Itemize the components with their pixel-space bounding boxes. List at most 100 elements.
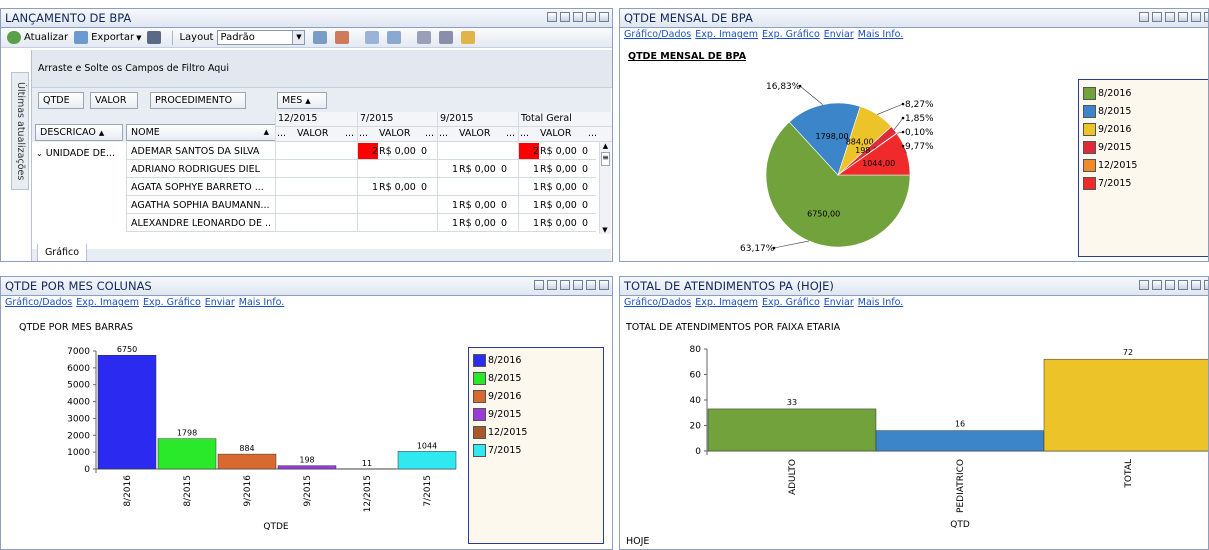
- close-icon[interactable]: [599, 280, 609, 290]
- cell-extra: 0: [501, 218, 508, 229]
- link-exp-grafico[interactable]: Exp. Gráfico: [762, 297, 820, 308]
- filter-drop-text: Arraste e Solte os Campos de Filtro Aqui: [38, 63, 229, 74]
- pie-pct-label: 16,83%: [766, 82, 801, 92]
- pie-leader-line: [876, 103, 904, 115]
- bar-value-label: 16: [955, 420, 965, 429]
- restore-icon[interactable]: [1139, 280, 1149, 290]
- scroll-down-icon[interactable]: ▼: [600, 226, 610, 234]
- maximize-icon[interactable]: [1191, 280, 1201, 290]
- link-exp-imagem[interactable]: Exp. Imagem: [695, 29, 758, 40]
- edit-icon[interactable]: [1165, 280, 1175, 290]
- pin-icon[interactable]: [1152, 280, 1162, 290]
- sub-header-valor: VALOR: [297, 128, 329, 139]
- scroll-thumb[interactable]: ≡: [601, 152, 610, 166]
- minimize-icon[interactable]: [573, 280, 583, 290]
- restore-icon[interactable]: [547, 12, 557, 22]
- pin-icon[interactable]: [560, 12, 570, 22]
- link-enviar[interactable]: Enviar: [824, 29, 854, 40]
- link-exp-imagem[interactable]: Exp. Imagem: [695, 297, 758, 308]
- delete-layout-icon[interactable]: [335, 31, 350, 44]
- field-procedimento[interactable]: PROCEDIMENTO: [150, 92, 246, 109]
- table-row[interactable]: ADRIANO RODRIGUES DIEL 1 R$ 0,00 0 1 R$ 0,00 0: [32, 160, 598, 178]
- chevron-down-icon: ▼: [292, 31, 305, 44]
- restore-icon[interactable]: [1139, 12, 1149, 22]
- side-tab-latest-updates[interactable]: Últimas atualizações: [11, 72, 29, 190]
- export-label: Exportar: [91, 32, 135, 43]
- field-descricao[interactable]: DESCRICAO ▲: [35, 124, 123, 141]
- y-tick-label: 0: [84, 465, 90, 475]
- minimize-icon[interactable]: [573, 12, 583, 22]
- layout-select[interactable]: Padrão ▼: [217, 30, 306, 45]
- pin-icon[interactable]: [1152, 12, 1162, 22]
- table-row[interactable]: ALEXANDRE LEONARDO DE ... 1 R$ 0,00 0 1 R$ 0,…: [32, 214, 598, 232]
- minimize-icon[interactable]: [1178, 280, 1188, 290]
- refresh-button[interactable]: Atualizar: [7, 31, 68, 44]
- link-exp-grafico[interactable]: Exp. Gráfico: [762, 29, 820, 40]
- grid-scrollbar[interactable]: ▲ ≡ ▼: [599, 142, 611, 234]
- link-exp-imagem[interactable]: Exp. Imagem: [76, 297, 139, 308]
- legend-swatch: [1083, 140, 1096, 154]
- minimize-icon[interactable]: [1178, 12, 1188, 22]
- layout-tools: [313, 31, 478, 44]
- filter-drop-zone[interactable]: Arraste e Solte os Campos de Filtro Aqui: [32, 50, 612, 88]
- maximize-icon[interactable]: [586, 12, 596, 22]
- maximize-icon[interactable]: [586, 280, 596, 290]
- x-tick-label: 9/2015: [303, 475, 313, 507]
- col-group-header: Total Geral: [521, 113, 572, 124]
- edit-icon[interactable]: [560, 280, 570, 290]
- pivot-grid: ⌄ UNIDADE DE... ADEMAR SANTOS DA SILVA 2 R…: [32, 142, 612, 249]
- scroll-up-icon[interactable]: ▲: [600, 142, 611, 150]
- x-tick-label: 8/2016: [123, 475, 133, 507]
- link-mais-info[interactable]: Mais Info.: [858, 29, 903, 40]
- link-grafico-dados[interactable]: Gráfico/Dados: [624, 297, 691, 308]
- pivot-area: Arraste e Solte os Campos de Filtro Aqui…: [31, 50, 612, 261]
- bottom-tab-grafico[interactable]: Gráfico: [37, 244, 87, 261]
- bar: [397, 451, 457, 470]
- link-enviar[interactable]: Enviar: [824, 297, 854, 308]
- field-valor[interactable]: VALOR: [90, 92, 138, 109]
- pie-chart: 6750,0063,17%1798,0016,83%884,008,27%198…: [740, 82, 934, 254]
- close-icon[interactable]: [599, 12, 609, 22]
- edit-icon[interactable]: [1165, 12, 1175, 22]
- pie-leader-line: [893, 117, 904, 130]
- grid-icon[interactable]: [365, 31, 380, 44]
- legend-item: 9/2016: [469, 387, 603, 405]
- y-tick-label: 5000: [67, 381, 90, 391]
- link-enviar[interactable]: Enviar: [205, 297, 235, 308]
- field-nome[interactable]: NOME ▲: [126, 124, 276, 141]
- restore-icon[interactable]: [534, 280, 544, 290]
- field-qtde[interactable]: QTDE: [38, 92, 84, 109]
- sub-header-dots: ...: [588, 128, 598, 139]
- field-list-icon[interactable]: [417, 31, 432, 44]
- legend-swatch: [1083, 86, 1096, 100]
- pie-leader-dot: [901, 102, 905, 106]
- legend-swatch: [1083, 104, 1096, 118]
- table-row[interactable]: AGATA SOPHYE BARRETO ... 1 R$ 0,00 0 1 R$ 0,0…: [32, 178, 598, 196]
- x-tick-label: 8/2015: [183, 475, 193, 507]
- maximize-icon[interactable]: [1191, 12, 1201, 22]
- pin-icon[interactable]: [547, 280, 557, 290]
- legend-item: 9/2015: [469, 405, 603, 423]
- link-exp-grafico[interactable]: Exp. Gráfico: [143, 297, 201, 308]
- save-layout-icon[interactable]: [313, 31, 328, 44]
- legend-swatch: [473, 371, 486, 385]
- chart-icon[interactable]: [461, 31, 476, 44]
- field-mes[interactable]: MES ▲: [277, 92, 327, 109]
- sub-header-valor: VALOR: [540, 128, 572, 139]
- legend-item: 8/2015: [1079, 102, 1208, 120]
- link-grafico-dados[interactable]: Gráfico/Dados: [5, 297, 72, 308]
- cell-valor: R$ 0,00: [459, 200, 496, 211]
- y-tick-label: 6000: [67, 364, 90, 374]
- export-button[interactable]: Exportar ▼: [74, 31, 141, 44]
- print-button[interactable]: [147, 31, 164, 44]
- y-tick-label: 20: [690, 422, 702, 432]
- close-icon[interactable]: [1204, 12, 1208, 22]
- close-icon[interactable]: [1204, 280, 1208, 290]
- link-grafico-dados[interactable]: Gráfico/Dados: [624, 29, 691, 40]
- link-mais-info[interactable]: Mais Info.: [239, 297, 284, 308]
- table-row[interactable]: AGATHA SOPHIA BAUMANN... 1 R$ 0,00 0 1 R$ 0,0…: [32, 196, 598, 214]
- link-mais-info[interactable]: Mais Info.: [858, 297, 903, 308]
- expand-icon[interactable]: [439, 31, 454, 44]
- columns-icon[interactable]: [387, 31, 402, 44]
- table-row[interactable]: ADEMAR SANTOS DA SILVA 2 R$ 0,00 0 2 R$ 0,00 0: [32, 142, 598, 160]
